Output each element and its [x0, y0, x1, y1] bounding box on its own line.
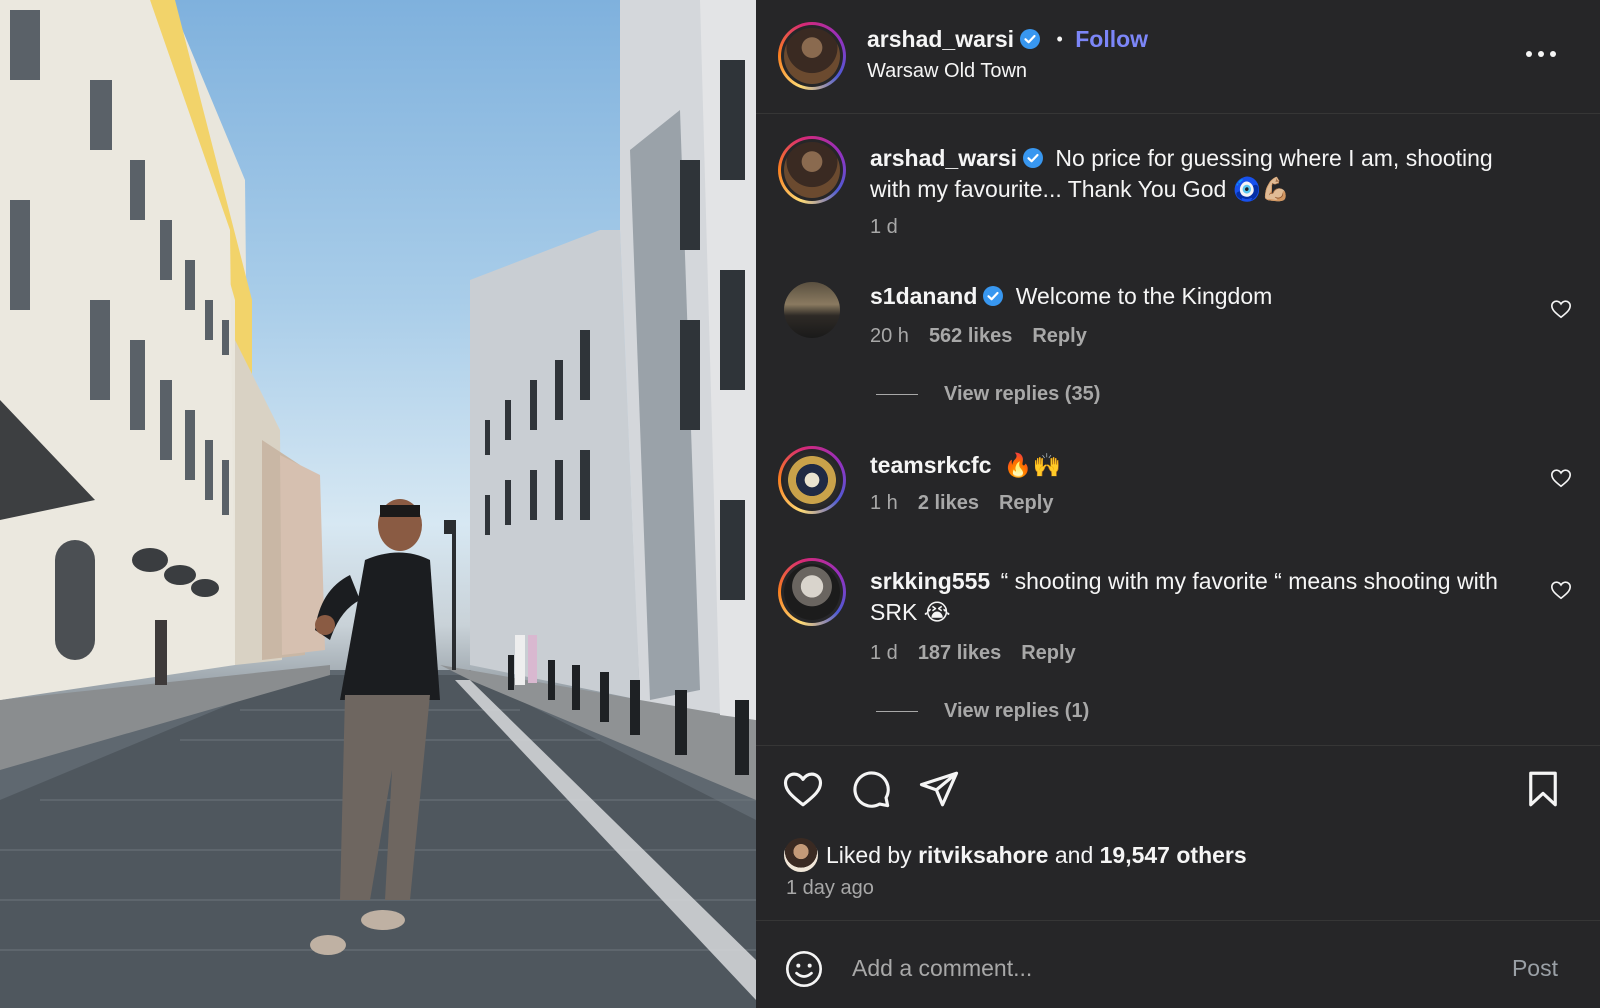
comment-meta: 1 h 2 likes Reply	[870, 492, 1053, 515]
comment-meta: 1 d 187 likes Reply	[870, 642, 1076, 665]
smiley-icon[interactable]	[784, 949, 824, 989]
comment-text: 🔥🙌	[1003, 452, 1062, 478]
comment-row: teamsrkcfc 🔥🙌	[870, 450, 1061, 481]
verified-badge-icon	[1020, 29, 1041, 49]
caption-username[interactable]: arshad_warsi	[870, 145, 1017, 171]
reply-button[interactable]: Reply	[999, 492, 1053, 514]
author-avatar[interactable]	[778, 22, 846, 90]
likes-others[interactable]: 19,547 others	[1100, 842, 1247, 868]
post-time: 1 day ago	[786, 877, 874, 899]
likes-summary: Liked by ritviksahore and 19,547 others	[826, 842, 1247, 869]
comment-icon[interactable]	[850, 768, 892, 810]
post-button[interactable]: Post	[1512, 955, 1558, 982]
liker-avatar[interactable]	[784, 838, 818, 872]
header-separator: •	[1056, 29, 1063, 49]
comment-like-heart-icon[interactable]	[1550, 298, 1572, 320]
comment-time: 1 d	[870, 642, 898, 664]
view-replies-button[interactable]: View replies (35)	[876, 383, 1100, 406]
caption-time: 1 d	[870, 216, 898, 238]
comment-avatar[interactable]	[778, 446, 846, 514]
liker-username[interactable]: ritviksahore	[918, 842, 1048, 868]
comment-meta: 20 h 562 likes Reply	[870, 325, 1087, 348]
comment-username[interactable]: s1danand	[870, 283, 977, 309]
more-horizontal-icon[interactable]	[1524, 48, 1558, 60]
heart-icon[interactable]	[782, 768, 824, 810]
comment-username[interactable]: srkking555	[870, 568, 990, 594]
comment-time: 1 h	[870, 492, 898, 514]
header-user-row: arshad_warsi • Follow	[867, 26, 1148, 53]
author-username[interactable]: arshad_warsi	[867, 26, 1014, 52]
comment-likes[interactable]: 187 likes	[918, 642, 1001, 664]
comment-avatar[interactable]	[778, 558, 846, 626]
view-replies-line	[876, 711, 918, 712]
view-replies-label: View replies (1)	[944, 700, 1090, 722]
street-scene-image	[0, 0, 756, 1008]
likes-prefix: Liked by	[826, 842, 912, 868]
comment-input[interactable]: Add a comment...	[852, 955, 1032, 982]
post-photo[interactable]	[0, 0, 756, 1008]
bookmark-icon[interactable]	[1522, 768, 1564, 810]
comment-like-heart-icon[interactable]	[1550, 579, 1572, 601]
view-replies-button[interactable]: View replies (1)	[876, 700, 1089, 723]
view-replies-line	[876, 394, 918, 395]
likes-middle: and	[1054, 842, 1094, 868]
header-divider	[756, 113, 1600, 114]
comment-username[interactable]: teamsrkcfc	[870, 452, 991, 478]
post-side-panel: arshad_warsi • Follow Warsaw Old Town ar…	[756, 0, 1600, 1008]
comment-likes[interactable]: 2 likes	[918, 492, 979, 514]
send-icon[interactable]	[918, 768, 960, 810]
actions-divider	[756, 745, 1600, 746]
caption-block: arshad_warsi No price for guessing where…	[870, 143, 1530, 205]
view-replies-label: View replies (35)	[944, 383, 1101, 405]
comment-likes[interactable]: 562 likes	[929, 325, 1012, 347]
comment-text: Welcome to the Kingdom	[1015, 283, 1273, 309]
comment-row: srkking555 “ shooting with my favorite “…	[870, 566, 1510, 628]
caption-avatar[interactable]	[778, 136, 846, 204]
post-location[interactable]: Warsaw Old Town	[867, 60, 1027, 83]
verified-badge-icon	[983, 286, 1004, 306]
comment-time: 20 h	[870, 325, 909, 347]
comment-avatar[interactable]	[784, 282, 840, 338]
reply-button[interactable]: Reply	[1021, 642, 1075, 664]
comment-box-divider	[756, 920, 1600, 921]
comment-row: s1danand Welcome to the Kingdom	[870, 281, 1272, 312]
verified-badge-icon	[1023, 148, 1044, 168]
comment-like-heart-icon[interactable]	[1550, 467, 1572, 489]
reply-button[interactable]: Reply	[1032, 325, 1086, 347]
follow-button[interactable]: Follow	[1075, 26, 1148, 52]
